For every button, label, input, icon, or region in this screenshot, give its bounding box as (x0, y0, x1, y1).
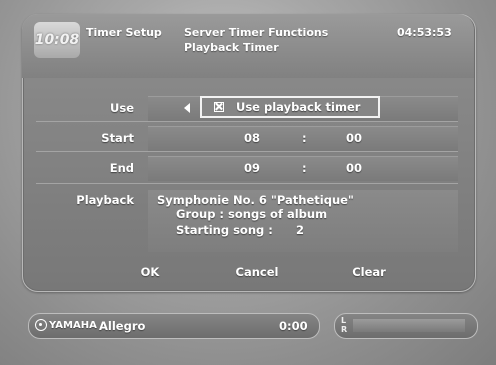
track-name: Allegro (99, 319, 146, 333)
divider (36, 151, 458, 152)
end-separator: : (302, 161, 307, 175)
page-subtitle: Playback Timer (184, 41, 279, 54)
elapsed-time: 0:00 (279, 319, 308, 333)
clear-button[interactable]: Clear (344, 262, 394, 282)
yamaha-logo-icon (35, 319, 47, 331)
brand-name: YAMAHA (49, 320, 97, 331)
cancel-button[interactable]: Cancel (224, 262, 290, 282)
clock-icon: 10:08 (34, 22, 80, 58)
ok-button[interactable]: OK (130, 262, 170, 282)
start-hour[interactable]: 08 (244, 126, 260, 150)
use-label: Use (110, 101, 134, 115)
end-hour[interactable]: 09 (244, 156, 260, 180)
clock-time: 04:53:53 (397, 26, 452, 39)
screen-name: Timer Setup (86, 26, 162, 39)
playback-group: Group : songs of album (176, 207, 328, 221)
end-minute[interactable]: 00 (346, 156, 362, 180)
level-meter: L R (334, 313, 478, 339)
starting-song-label: Starting song : (176, 223, 273, 237)
level-channel-labels: L R (341, 316, 347, 334)
divider (36, 183, 458, 184)
end-label: End (109, 161, 134, 175)
playback-label: Playback (76, 193, 134, 207)
left-arrow-icon[interactable] (184, 103, 190, 113)
use-playback-timer-checkbox[interactable]: Use playback timer (200, 96, 380, 118)
page-title: Server Timer Functions (184, 26, 329, 39)
use-value: Use playback timer (236, 100, 361, 114)
divider (36, 121, 458, 122)
checked-box-icon (214, 102, 224, 112)
left-channel-label: L (341, 316, 347, 325)
now-playing-bar: YAMAHA Allegro 0:00 (28, 313, 320, 339)
start-label: Start (101, 131, 134, 145)
start-separator: : (302, 131, 307, 145)
level-meter-bar (353, 319, 465, 332)
start-minute[interactable]: 00 (346, 126, 362, 150)
starting-song-value: 2 (296, 223, 305, 237)
right-channel-label: R (341, 325, 348, 334)
